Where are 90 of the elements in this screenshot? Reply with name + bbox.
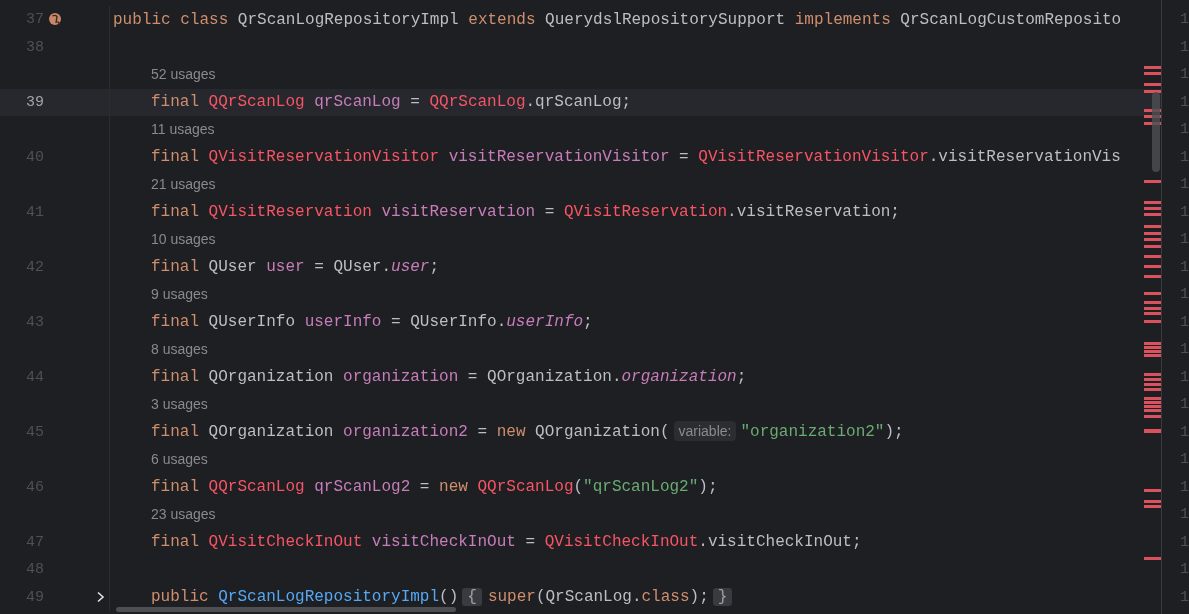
line-number: 39	[25, 93, 44, 111]
code-text: );	[884, 423, 904, 442]
usages-link[interactable]: 10 usages	[151, 230, 216, 247]
code-text: QUser	[208, 258, 258, 277]
usages-link[interactable]: 6 usages	[151, 450, 208, 467]
code-text: ()	[439, 588, 459, 607]
keyword: extends	[468, 10, 536, 29]
usages-link[interactable]: 9 usages	[151, 285, 208, 302]
code-text: .visitReservationVis	[928, 148, 1121, 167]
gutter-marker-icon[interactable]	[47, 12, 63, 28]
code-text: (QrScanLog.	[535, 588, 642, 607]
usages-link[interactable]: 3 usages	[151, 395, 208, 412]
keyword: final	[151, 203, 200, 222]
code-text: QOrganization(	[534, 423, 670, 442]
usages-link[interactable]: 11 usages	[151, 120, 215, 137]
code-text: QOrganization	[208, 423, 335, 442]
keyword: new	[496, 423, 526, 442]
type-name: QQrScanLog	[429, 93, 526, 112]
keyword: public	[113, 10, 172, 29]
keyword: new	[439, 478, 469, 497]
field-name: qrScanLog2	[314, 478, 411, 497]
keyword: final	[151, 533, 200, 552]
keyword: final	[151, 313, 200, 332]
usages-link[interactable]: 23 usages	[151, 505, 216, 522]
folded-brace[interactable]: {	[462, 588, 482, 607]
code-text: QrScanLogCustomReposito	[899, 10, 1122, 29]
code-text: =	[418, 478, 431, 497]
keyword: final	[151, 148, 200, 167]
string-literal: "qrScanLog2"	[583, 478, 699, 497]
string-literal: "organization2"	[740, 423, 885, 442]
code-text: .visitReservation;	[727, 203, 900, 222]
keyword: public	[151, 588, 210, 607]
code-text: QUserInfo	[208, 313, 297, 332]
keyword: implements	[794, 10, 891, 29]
keyword: final	[151, 93, 200, 112]
field-name: userInfo	[304, 313, 382, 332]
code-text: .visitCheckInOut;	[698, 533, 862, 552]
code-text: = QUser.	[313, 258, 392, 277]
code-text: =	[409, 93, 421, 112]
code-text: );	[698, 478, 718, 497]
type-name: QQrScanLog	[208, 478, 306, 497]
field-name: qrScanLog	[314, 93, 401, 112]
code-text: =	[476, 423, 489, 442]
code-text: = QOrganization.	[466, 368, 622, 387]
code-text: .qrScanLog;	[525, 93, 632, 112]
vertical-scrollbar[interactable]	[1152, 92, 1160, 172]
keyword: final	[151, 423, 200, 442]
code-text: QrScanLogRepositoryImpl	[236, 10, 460, 29]
type-name: QVisitReservation	[563, 203, 728, 222]
keyword: super	[487, 588, 536, 607]
code-text: ;	[583, 313, 593, 332]
folded-brace[interactable]: }	[712, 588, 733, 607]
static-field: organization	[621, 368, 737, 387]
code-text: =	[543, 203, 556, 222]
method-name: QrScanLogRepositoryImpl	[218, 588, 440, 607]
code-text: QOrganization	[208, 368, 335, 387]
field-name: organization2	[343, 423, 468, 442]
type-name: QVisitReservation	[208, 203, 373, 222]
keyword: final	[151, 368, 200, 387]
code-text: );	[689, 588, 709, 607]
field-name: visitReservation	[381, 203, 536, 222]
code-text: =	[678, 148, 690, 167]
code-text: =	[524, 533, 537, 552]
field-name: visitCheckInOut	[371, 533, 516, 552]
code-text: (	[573, 478, 584, 497]
type-name: QVisitCheckInOut	[208, 533, 364, 552]
keyword: final	[151, 478, 200, 497]
type-name: QVisitCheckInOut	[544, 533, 699, 552]
usages-link[interactable]: 52 usages	[151, 65, 216, 82]
code-text: = QUserInfo.	[390, 313, 507, 332]
keyword: class	[641, 588, 690, 607]
field-name: user	[266, 258, 305, 277]
expand-chevron-icon[interactable]	[96, 591, 105, 604]
code-text: ;	[736, 368, 747, 387]
code-text: ;	[429, 258, 440, 277]
usages-link[interactable]: 8 usages	[151, 340, 208, 357]
horizontal-scrollbar[interactable]	[116, 607, 456, 612]
field-name: organization	[343, 368, 459, 387]
field-name: visitReservationVisitor	[448, 148, 670, 167]
keyword: class	[180, 10, 229, 29]
usages-link[interactable]: 21 usages	[151, 175, 216, 192]
keyword: final	[151, 258, 200, 277]
static-field: user	[391, 258, 430, 277]
type-name: QVisitReservationVisitor	[698, 148, 929, 167]
type-name: QQrScanLog	[477, 478, 574, 497]
static-field: userInfo	[506, 313, 584, 332]
code-text: QuerydslRepositorySupport	[544, 10, 787, 29]
parameter-hint: variable:	[673, 421, 737, 442]
type-name: QQrScanLog	[208, 93, 306, 112]
type-name: QVisitReservationVisitor	[208, 148, 441, 167]
